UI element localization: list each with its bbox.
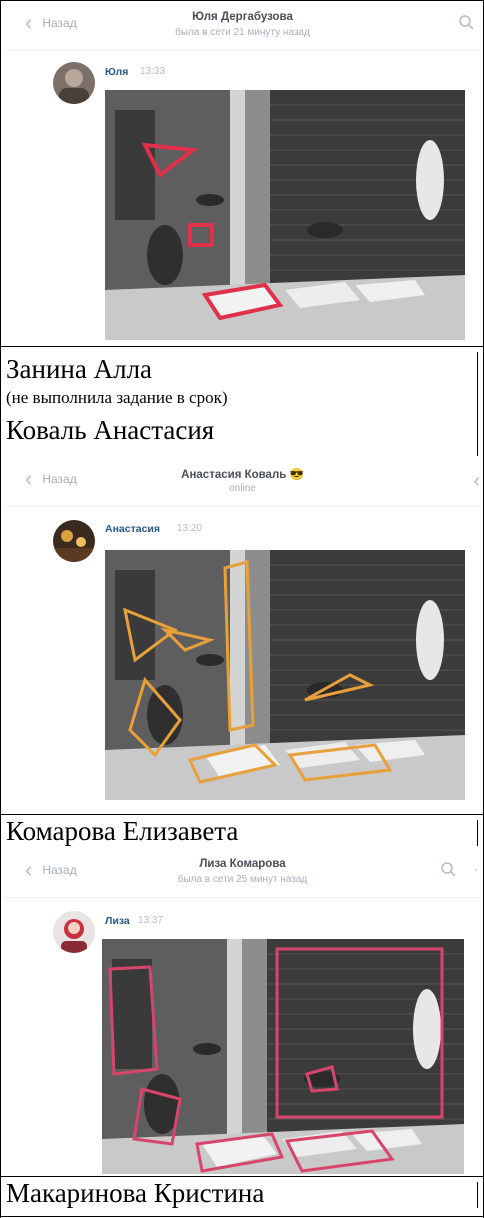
table-border-top [0, 0, 484, 1]
row-divider [0, 1176, 484, 1177]
chat-header: ‹ Назад Анастасия Коваль 😎 online ‹ [5, 458, 480, 507]
contact-status: online [229, 483, 256, 494]
cell-marker [477, 1182, 478, 1208]
search-icon[interactable] [440, 861, 456, 882]
sender-name[interactable]: Юля [105, 66, 128, 78]
message-time: 13:33 [140, 66, 166, 77]
message-time: 13:37 [138, 915, 164, 926]
message-time: 13:20 [177, 523, 203, 534]
contact-name: Лиза Комарова [199, 858, 286, 870]
cell-marker [477, 820, 478, 846]
contact-name: Анастасия Коваль 😎 [181, 469, 304, 481]
sender-name[interactable]: Анастасия [105, 523, 160, 535]
student-name: Комарова Елизавета [6, 816, 239, 846]
student-name: Коваль Анастасия [6, 415, 215, 445]
row-divider [0, 814, 484, 815]
chat-screenshot-1: ‹ Назад Юля Дергабузова была в сети 21 м… [5, 2, 480, 345]
attached-photo[interactable] [105, 90, 465, 340]
search-icon[interactable] [458, 14, 474, 35]
student-name: Макаринова Кристина [6, 1178, 265, 1208]
avatar[interactable] [53, 911, 95, 953]
contact-name: Юля Дергабузова [192, 11, 293, 23]
student-name: Занина Алла [6, 354, 153, 384]
attached-photo[interactable] [105, 550, 465, 800]
row-divider [0, 346, 484, 347]
table-border-bottom [0, 1216, 484, 1217]
attached-photo[interactable] [102, 939, 464, 1174]
avatar[interactable] [53, 62, 95, 104]
avatar[interactable] [53, 520, 95, 562]
document-page: ‹ Назад Юля Дергабузова была в сети 21 м… [0, 0, 484, 1218]
chat-screenshot-2: ‹ Назад Анастасия Коваль 😎 online ‹ Анас… [5, 458, 480, 812]
chat-header: ‹ Назад Юля Дергабузова была в сети 21 м… [5, 2, 480, 51]
student-note: (не выполнила задание в срок) [6, 388, 228, 407]
table-border-left [0, 0, 1, 1218]
chat-screenshot-3: ‹ Назад Лиза Комарова была в сети 25 мин… [5, 849, 480, 1174]
contact-status: была в сети 25 минут назад [177, 874, 308, 885]
more-icon[interactable]: · [473, 861, 478, 877]
cell-marker [477, 352, 478, 456]
sender-name[interactable]: Лиза [105, 915, 130, 927]
contact-status: была в сети 21 минуту назад [175, 27, 310, 38]
chevron-left-icon[interactable]: ‹ [473, 470, 480, 493]
chat-header: ‹ Назад Лиза Комарова была в сети 25 мин… [5, 849, 480, 898]
